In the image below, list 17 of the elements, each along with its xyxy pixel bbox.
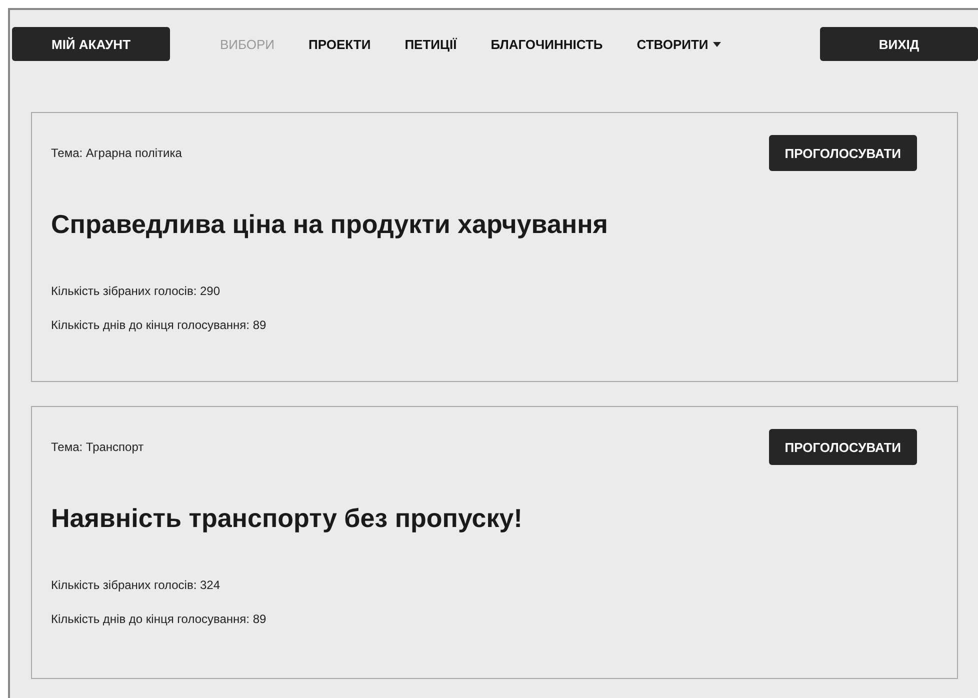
nav-link[interactable]: ПРОЕКТИ (308, 36, 371, 52)
account-button[interactable]: МІЙ АКАУНТ (12, 27, 170, 61)
days-left: Кількість днів до кінця голосування: 89 (51, 612, 268, 626)
votes-count: Кількість зібраних голосів: 324 (51, 578, 222, 592)
vote-button[interactable]: ПРОГОЛОСУВАТИ (768, 135, 917, 171)
topic-label: Тема: Аграрна політика (51, 146, 182, 160)
petition-title: Наявність транспорту без пропуску! (51, 503, 524, 534)
vote-button[interactable]: ПРОГОЛОСУВАТИ (768, 429, 917, 465)
logout-button[interactable]: ВИХІД (820, 27, 978, 61)
nav-link[interactable]: ПЕТИЦІЇ (404, 36, 457, 52)
petition-title: Справедлива ціна на продукти харчування (51, 209, 609, 240)
caret-icon (713, 42, 722, 46)
nav-link[interactable]: БЛАГОЧИННІСТЬ (490, 36, 603, 52)
topic-label: Тема: Транспорт (51, 440, 144, 454)
votes-count: Кількість зібраних голосів: 290 (51, 284, 222, 298)
nav-dropdown[interactable]: СТВОРИТИ (636, 36, 722, 52)
days-left: Кількість днів до кінця голосування: 89 (51, 318, 268, 332)
